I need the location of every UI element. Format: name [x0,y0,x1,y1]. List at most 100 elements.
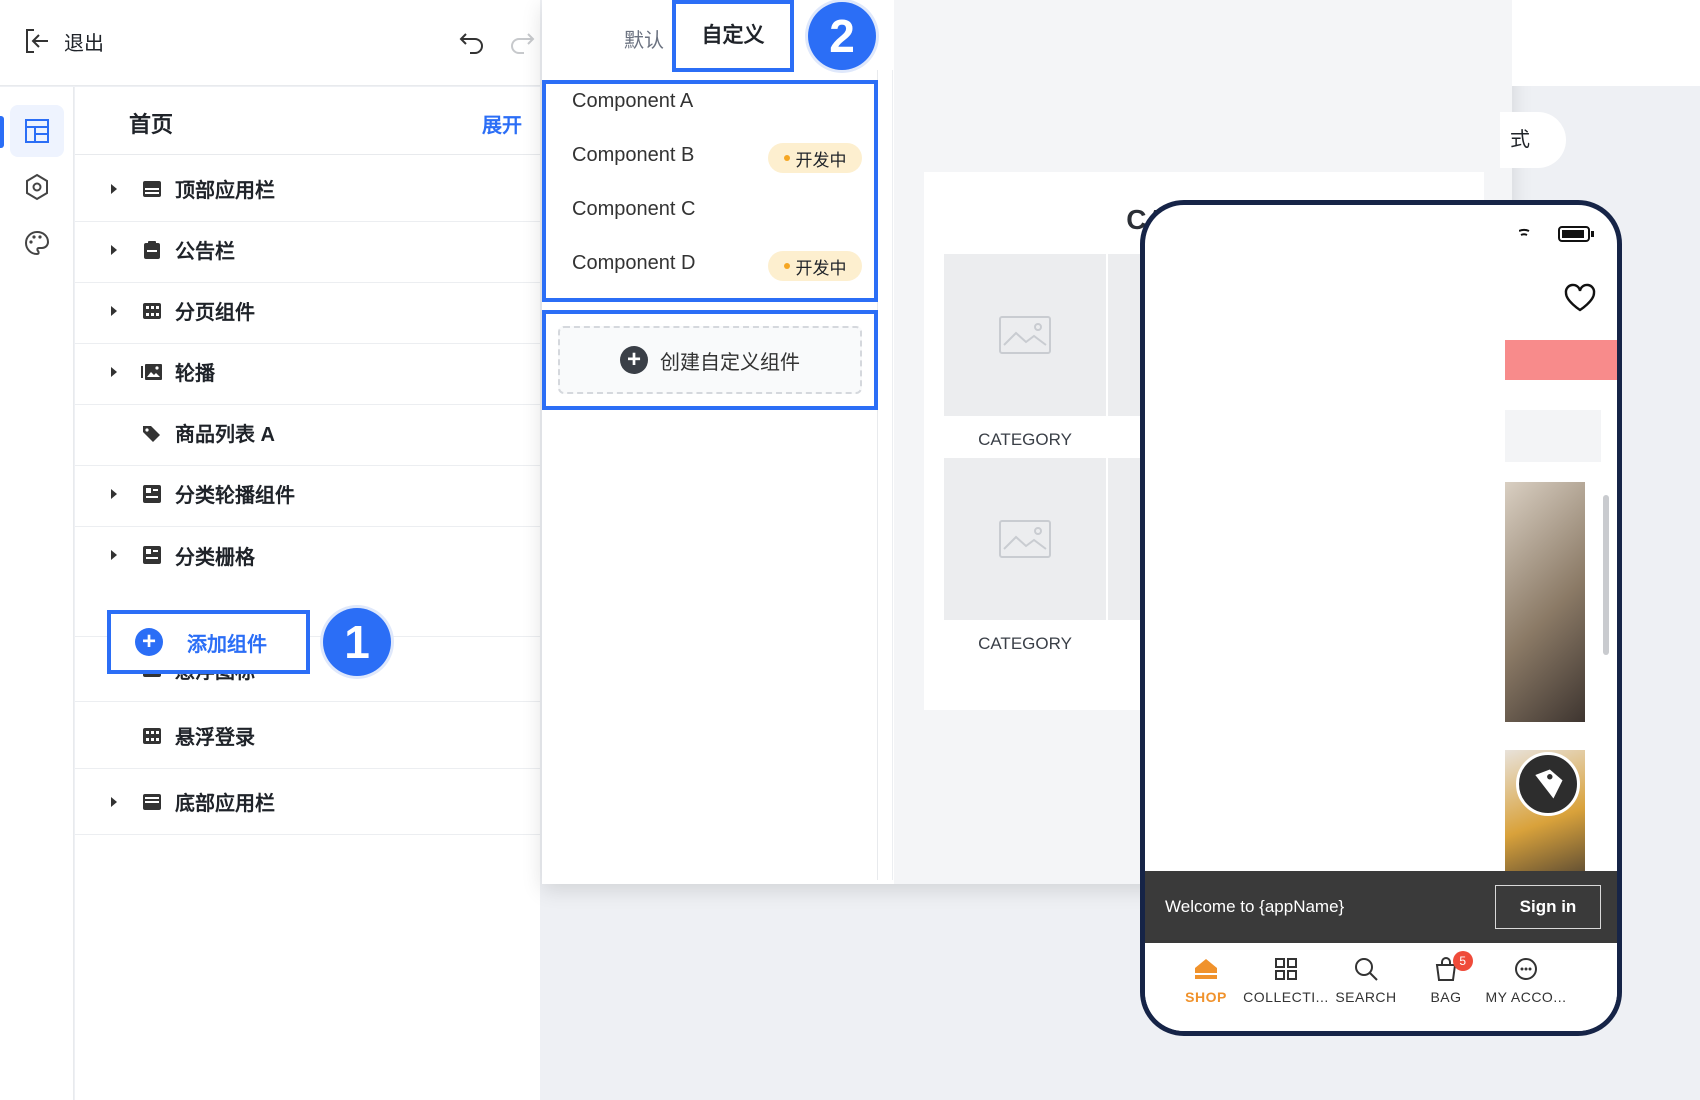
dropdown-divider [892,70,893,880]
category-tile-label: CATEGORY [978,430,1072,449]
expand-caret-icon[interactable] [111,183,117,194]
expand-caret-icon[interactable] [111,244,117,255]
exit-button[interactable]: 退出 [22,26,104,56]
nav-search[interactable]: SEARCH [1321,955,1411,1005]
nav-account[interactable]: MY ACCO... [1481,955,1571,1005]
component-tree: 首页 展开 顶部应用栏 公告栏 分页组件 轮播 商品列表 A 分类轮播组件 分类… [75,87,540,1100]
nav-label: BAG [1430,989,1462,1005]
appbar-icon [143,180,161,197]
component-item-a[interactable]: Component A [572,90,693,113]
sign-in-button[interactable]: Sign in [1495,885,1601,929]
tree-row-category-grid[interactable]: 分类栅格 [75,522,540,588]
component-item-b[interactable]: Component B [572,144,694,167]
status-badge-label: 开发中 [795,150,847,170]
plus-circle-icon: + [620,346,648,374]
tree-row-category-carousel[interactable]: 分类轮播组件 [75,461,540,527]
tree-row-label: 分类栅格 [175,546,255,569]
layout-icon [25,119,49,143]
exit-label: 退出 [64,32,104,55]
floating-action-button[interactable] [1516,752,1580,816]
category-tile-label: CATEGORY [978,634,1072,653]
expand-caret-icon[interactable] [111,796,117,807]
image-placeholder-icon [999,316,1051,354]
promo-banner [1505,340,1617,380]
tree-row-announcement[interactable]: 公告栏 [75,217,540,283]
category-tile[interactable] [944,254,1106,416]
phone-bottom-nav: SHOP COLLECTI... SEARCH 5 BAG MY ACCO... [1145,943,1617,1031]
list-box-icon [143,546,161,564]
clipboard-icon [144,240,160,259]
nav-collections[interactable]: COLLECTI... [1241,955,1331,1005]
tags-icon [143,425,160,442]
appbar-icon [143,793,161,810]
style-tab[interactable]: 式 [1500,112,1566,168]
settings-tab-button[interactable] [10,161,64,213]
heart-icon[interactable] [1563,283,1597,313]
tree-row-carousel[interactable]: 轮播 [75,339,540,405]
film-grid-icon [143,727,161,744]
tree-row-bottom-appbar[interactable]: 底部应用栏 [75,769,540,835]
status-dot-icon [783,263,790,269]
tree-row-floating-login[interactable]: 悬浮登录 [75,703,540,769]
status-badge: 开发中 [768,251,862,281]
plus-circle-icon: + [135,628,163,656]
tree-row-label: 公告栏 [175,241,235,263]
add-component-label: 添加组件 [187,633,267,656]
image-carousel-icon [141,363,162,380]
placeholder-block [1505,410,1601,462]
create-component-label: 创建自定义组件 [660,351,800,374]
expand-button[interactable]: 展开 [482,109,522,138]
theme-tab-button[interactable] [10,217,64,269]
nav-shop[interactable]: SHOP [1161,955,1251,1005]
expand-caret-icon[interactable] [111,488,117,499]
wifi-battery-icon [1519,226,1594,242]
tree-row-label: 顶部应用栏 [175,180,275,202]
film-grid-icon [143,302,161,319]
scrollbar[interactable] [1603,495,1609,655]
tree-row-label: 分页组件 [175,302,255,324]
tag-icon [1535,769,1563,799]
floating-login-bar: Welcome to {appName} Sign in [1145,871,1617,943]
component-item-c[interactable]: Component C [572,198,695,221]
tree-row-top-appbar[interactable]: 顶部应用栏 [75,156,540,222]
create-custom-component-button[interactable]: + 创建自定义组件 [558,326,862,394]
redo-icon[interactable] [508,28,536,56]
exit-icon [26,29,48,53]
nav-label: COLLECTI... [1243,989,1329,1005]
layout-tab-button[interactable] [10,105,64,157]
tree-header: 首页 展开 [75,87,540,155]
nav-label: SHOP [1185,989,1227,1005]
step-marker-2: 2 [808,2,876,70]
nav-label: MY ACCO... [1485,989,1567,1005]
tree-row-pagination[interactable]: 分页组件 [75,278,540,344]
page-title: 首页 [129,112,174,137]
create-component-box: + 创建自定义组件 [542,310,878,410]
status-badge: 开发中 [768,143,862,173]
bag-count-badge: 5 [1453,951,1473,971]
account-icon [1515,958,1537,980]
grid-icon [1275,958,1297,980]
nav-bag[interactable]: 5 BAG [1401,951,1491,1005]
undo-icon[interactable] [458,28,486,56]
palette-icon [25,230,50,256]
home-icon [1195,959,1217,979]
canvas-topbar [1512,0,1700,86]
rail-active-indicator [0,116,4,148]
tree-row-label: 轮播 [175,363,215,385]
tree-row-product-list[interactable]: 商品列表 A [75,400,540,466]
status-badge-label: 开发中 [795,258,847,278]
tab-custom[interactable]: 自定义 [672,0,794,72]
add-component-button[interactable]: + 添加组件 [107,610,310,674]
phone-preview: Welcome to {appName} Sign in SHOP COLLEC… [1140,200,1622,1036]
tab-default[interactable]: 默认 [624,24,664,53]
product-photo [1505,482,1585,722]
welcome-text: Welcome to {appName} [1165,897,1345,916]
expand-caret-icon[interactable] [111,366,117,377]
status-dot-icon [783,155,790,161]
icon-rail [0,87,74,1100]
expand-caret-icon[interactable] [111,305,117,316]
category-tile[interactable] [944,458,1106,620]
tree-row-label: 悬浮登录 [175,727,255,749]
expand-caret-icon[interactable] [111,550,117,560]
component-item-d[interactable]: Component D [572,252,695,275]
